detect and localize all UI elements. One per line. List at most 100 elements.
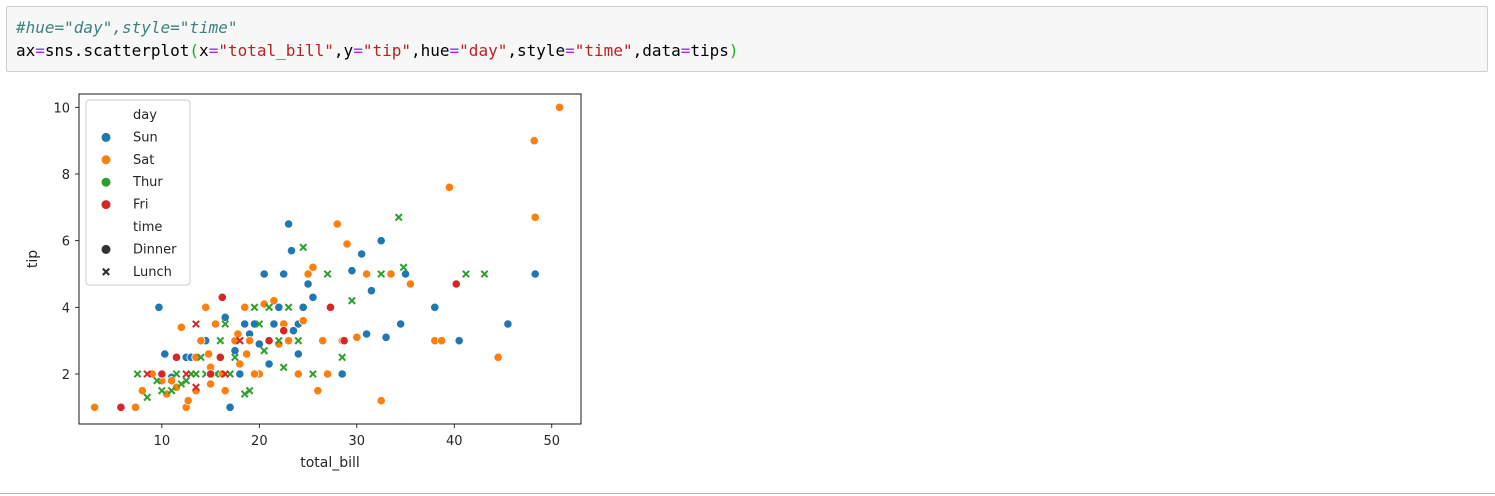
legend: day Sun Sat Thur Fri time Dinner Lunch <box>85 99 191 286</box>
point-fri-dinner <box>157 369 167 379</box>
point-sun-dinner <box>503 319 513 329</box>
y-axis-label: tip <box>25 250 41 268</box>
point-sun-dinner <box>454 336 464 346</box>
point-thur-lunch <box>299 243 308 252</box>
point-sat-dinner <box>242 349 252 359</box>
point-fri-dinner <box>217 292 227 302</box>
point-sun-dinner <box>160 349 170 359</box>
code-token: tips <box>690 41 729 60</box>
point-thur-lunch <box>462 270 470 278</box>
point-sat-dinner <box>361 269 372 279</box>
code-token: x <box>199 41 209 60</box>
legend-label-lunch: Lunch <box>133 265 172 280</box>
point-sat-dinner <box>554 102 565 112</box>
point-fri-lunch <box>182 370 191 378</box>
legend-title-day: day <box>133 108 157 123</box>
point-sat-dinner <box>196 336 206 346</box>
point-thur-lunch <box>480 270 489 278</box>
point-sat-dinner <box>530 212 540 222</box>
point-thur-lunch <box>143 393 152 402</box>
scatter-chart: 10 20 30 40 50 2 4 6 8 10 total_bill tip day Sun S… <box>25 93 582 471</box>
point-sun-dinner <box>259 269 269 279</box>
point-sun-dinner <box>288 326 299 336</box>
point-sun-dinner <box>225 402 235 412</box>
point-fri-dinner <box>451 279 461 289</box>
point-sun-dinner <box>366 286 377 296</box>
code-cell[interactable]: #hue="day",style="time" ax=sns.scatterpl… <box>6 6 1488 72</box>
point-thur-lunch <box>377 270 386 278</box>
legend-marker-sat <box>101 155 111 165</box>
point-sat-dinner <box>352 332 362 342</box>
cell-divider <box>0 493 1495 494</box>
legend-label-sun: Sun <box>133 130 158 145</box>
point-sat-dinner <box>283 336 294 346</box>
point-sat-dinner <box>210 319 221 329</box>
point-sun-dinner <box>254 339 264 349</box>
point-sun-dinner <box>235 369 245 379</box>
point-sun-dinner <box>381 332 391 342</box>
x-tick-label: 20 <box>251 434 268 449</box>
code-token: ,y <box>333 41 354 60</box>
point-sat-dinner <box>89 402 100 412</box>
point-fri-dinner <box>215 352 225 362</box>
point-sun-dinner <box>347 266 357 276</box>
point-sat-dinner <box>240 302 250 312</box>
point-fri-dinner <box>279 326 289 336</box>
point-sat-dinner <box>220 386 230 396</box>
point-sat-dinner <box>342 239 352 249</box>
legend-marker-sun <box>101 132 111 142</box>
point-sun-dinner <box>154 302 164 312</box>
point-thur-lunch <box>338 353 347 362</box>
code-token: sns.scatterplot <box>44 41 190 60</box>
point-sun-dinner <box>230 346 240 356</box>
code-token: ,style <box>507 41 566 60</box>
x-tick-label: 10 <box>154 434 171 449</box>
code-token: "tip" <box>362 41 411 60</box>
point-fri-dinner <box>171 352 182 362</box>
point-sun-dinner <box>361 329 372 339</box>
code-token: "time" <box>574 41 633 60</box>
point-sat-dinner <box>293 369 303 379</box>
point-sat-dinner <box>493 352 503 362</box>
point-sun-dinner <box>298 302 308 312</box>
point-sun-dinner <box>337 369 347 379</box>
point-sat-dinner <box>233 329 243 339</box>
code-token: "day" <box>459 41 508 60</box>
point-thur-lunch <box>323 270 332 278</box>
point-sat-dinner <box>376 396 386 406</box>
point-fri-dinner <box>205 369 216 379</box>
code-token: = <box>680 41 691 60</box>
point-thur-lunch <box>250 303 259 312</box>
legend-marker-fri <box>101 200 111 210</box>
point-sat-dinner <box>201 302 211 312</box>
code-token: ( <box>189 41 200 60</box>
point-fri-dinner <box>264 336 274 346</box>
x-tick-label: 50 <box>543 434 560 449</box>
point-thur-lunch <box>348 296 356 305</box>
y-ticks: 2 4 6 8 10 <box>53 101 79 383</box>
point-thur-lunch <box>133 370 142 378</box>
point-sun-dinner <box>286 246 297 256</box>
point-thur-lunch <box>260 346 269 355</box>
y-tick-label: 4 <box>62 301 70 316</box>
point-thur-lunch <box>279 363 288 372</box>
point-sun-dinner <box>357 249 367 259</box>
point-sat-dinner <box>444 182 455 192</box>
point-sat-dinner <box>298 316 308 326</box>
point-sat-dinner <box>308 262 318 272</box>
code-token: = <box>565 41 575 60</box>
point-sat-dinner <box>176 322 186 332</box>
point-sun-dinner <box>396 319 406 329</box>
point-sun-dinner <box>293 349 303 359</box>
code-token: ,data <box>632 41 681 60</box>
point-sat-dinner <box>318 336 328 346</box>
point-sat-dinner <box>313 386 323 396</box>
point-sun-dinner <box>279 269 289 279</box>
point-sun-dinner <box>430 302 440 312</box>
code-token: = <box>449 41 460 60</box>
point-sun-dinner <box>303 279 313 289</box>
point-sat-dinner <box>244 336 255 346</box>
point-thur-lunch <box>216 336 225 345</box>
point-sat-dinner <box>235 359 245 369</box>
code-token: ) <box>728 41 739 60</box>
